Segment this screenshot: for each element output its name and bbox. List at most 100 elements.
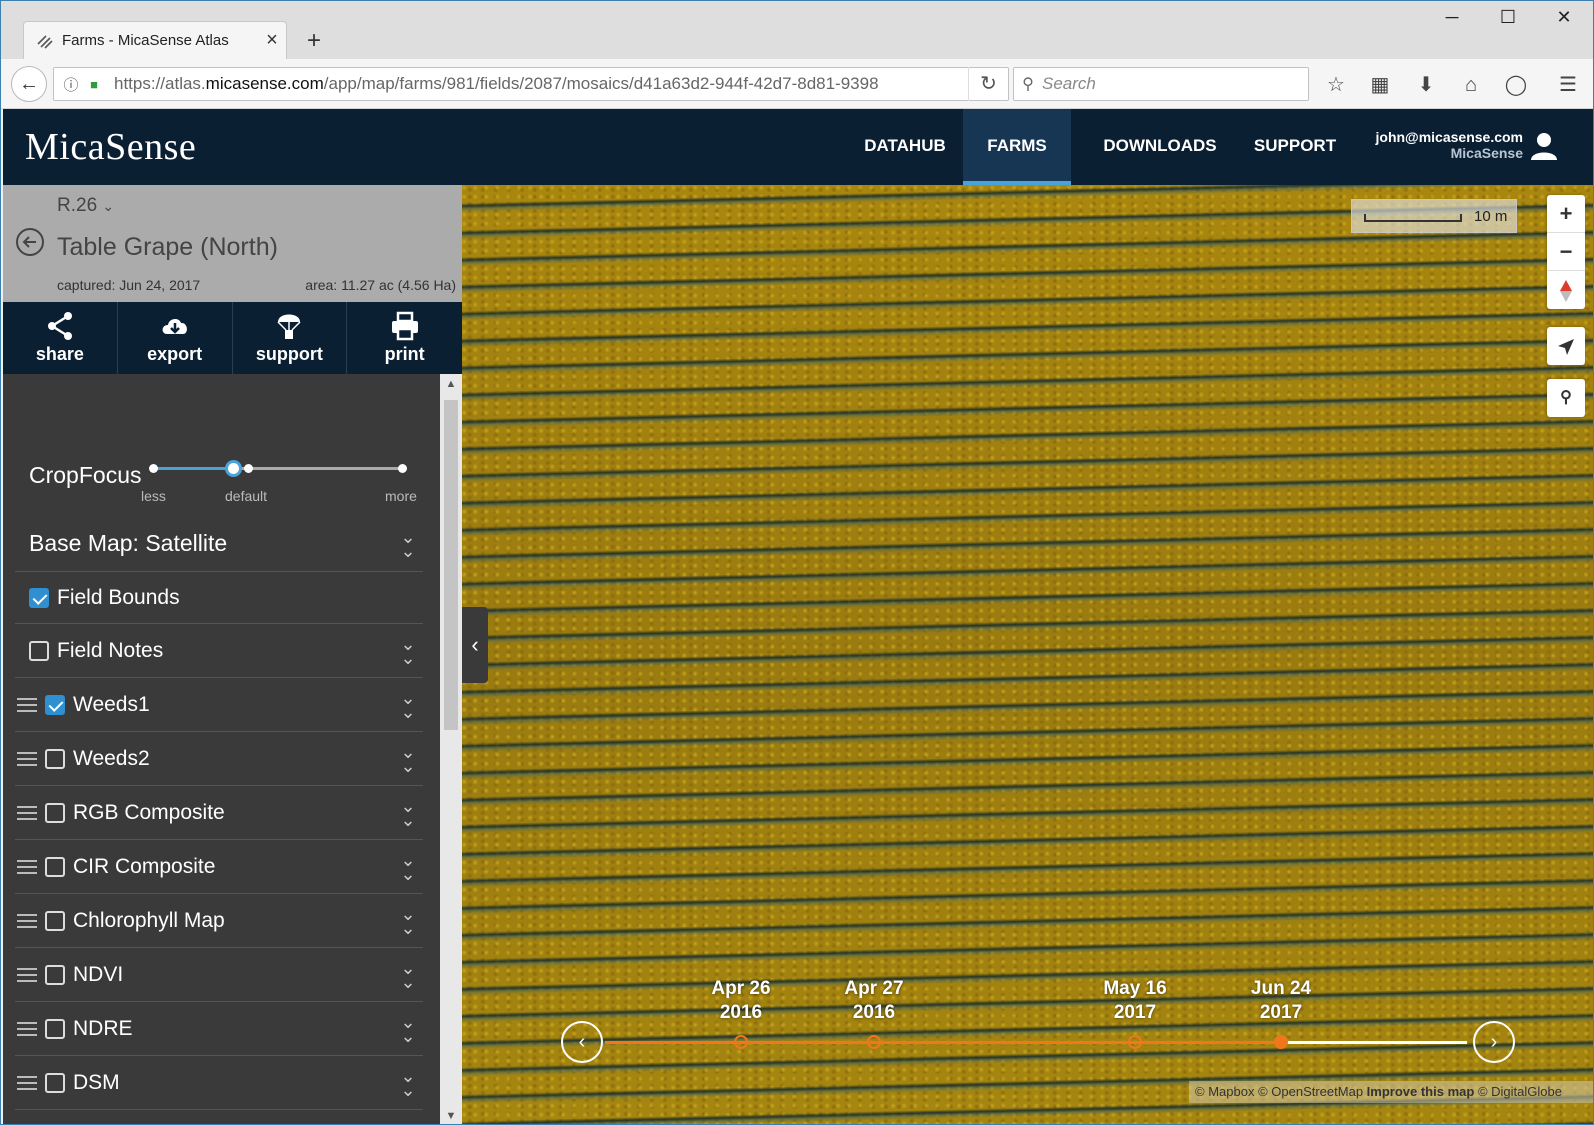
layer-row[interactable]: Weeds2 ⌄ ⌄ [15, 732, 423, 786]
layer-checkbox[interactable] [45, 856, 65, 877]
drag-handle-icon[interactable] [17, 910, 45, 932]
chevron-double-down-icon[interactable]: ⌄ ⌄ [393, 635, 423, 667]
collapse-panel-chevron-left-icon[interactable]: ‹ [462, 607, 488, 683]
cropfocus-label: CropFocus [29, 462, 142, 488]
layer-row[interactable]: Chlorophyll Map ⌄ ⌄ [15, 894, 423, 948]
cropfocus-handle[interactable] [225, 460, 242, 477]
lock-icon[interactable]: ■ [84, 77, 104, 92]
download-icon[interactable]: ⬇ [1411, 71, 1441, 99]
compass-icon[interactable] [1547, 271, 1585, 309]
layer-checkbox[interactable] [45, 964, 65, 985]
zoom-in-button[interactable]: + [1547, 195, 1585, 233]
layer-checkbox[interactable] [45, 748, 65, 769]
layer-checkbox[interactable] [45, 1072, 65, 1093]
chevron-double-down-icon[interactable]: ⌄ ⌄ [393, 528, 423, 560]
layer-checkbox[interactable] [45, 802, 65, 823]
chevron-double-down-icon[interactable]: ⌄ ⌄ [393, 851, 423, 883]
nav-support[interactable]: SUPPORT [1243, 109, 1347, 185]
support-button[interactable]: support [233, 302, 348, 374]
layer-checkbox[interactable] [29, 587, 49, 608]
layer-checkbox[interactable] [29, 640, 49, 661]
reload-icon[interactable]: ↻ [968, 67, 1008, 101]
drag-handle-icon[interactable] [17, 964, 45, 986]
drag-handle-icon[interactable] [17, 694, 45, 716]
url-text[interactable]: https://atlas.micasense.com/app/map/farm… [114, 74, 968, 94]
close-window-button[interactable]: ✕ [1541, 7, 1587, 28]
layer-checkbox[interactable] [45, 694, 65, 715]
export-button[interactable]: export [118, 302, 233, 374]
print-button[interactable]: print [347, 302, 462, 374]
menu-icon[interactable]: ☰ [1553, 71, 1583, 99]
user-info[interactable]: john@micasense.com MicaSense [1363, 129, 1523, 161]
nav-downloads[interactable]: DOWNLOADS [1085, 109, 1235, 185]
search-input[interactable]: ⚲ Search [1013, 67, 1309, 101]
back-circle-icon[interactable] [15, 227, 45, 257]
new-tab-button[interactable]: + [301, 27, 327, 55]
improve-map-link[interactable]: Improve this map [1367, 1084, 1475, 1099]
nav-datahub[interactable]: DATAHUB [851, 109, 959, 185]
nav-farms[interactable]: FARMS [963, 109, 1071, 185]
chevron-double-down-icon[interactable]: ⌄ ⌄ [393, 1013, 423, 1045]
scroll-up-arrow-icon[interactable]: ▲ [440, 374, 462, 394]
chevron-double-down-icon[interactable]: ⌄ ⌄ [393, 743, 423, 775]
layer-row[interactable]: Field Bounds [15, 572, 423, 624]
chevron-double-down-icon[interactable]: ⌄ ⌄ [393, 905, 423, 937]
drag-handle-icon[interactable] [17, 748, 45, 770]
timeline-date[interactable]: Apr 26 2016 [696, 977, 786, 1025]
info-icon[interactable]: ⓘ [58, 74, 84, 95]
map-canvas[interactable] [462, 185, 1593, 1124]
layer-scrollbar[interactable]: ▲ ▼ [440, 374, 462, 1124]
timeline-point[interactable] [1128, 1035, 1142, 1049]
micasense-logo[interactable]: MicaSense [25, 125, 196, 169]
share-button[interactable]: share [3, 302, 118, 374]
layer-checkbox[interactable] [45, 1018, 65, 1039]
chevron-double-down-icon[interactable]: ⌄ ⌄ [393, 797, 423, 829]
close-tab-icon[interactable]: × [258, 29, 286, 52]
scrollbar-thumb[interactable] [444, 400, 458, 730]
drag-handle-icon[interactable] [17, 856, 45, 878]
minimize-button[interactable]: ─ [1429, 7, 1475, 28]
layer-row[interactable]: Field Notes ⌄ ⌄ [15, 624, 423, 678]
timeline-next-chevron-right-icon[interactable]: › [1473, 1021, 1515, 1063]
reading-list-icon[interactable]: ▦ [1365, 71, 1395, 99]
cropfocus-track[interactable] [149, 460, 407, 477]
base-map-selector[interactable]: Base Map: Satellite ⌄ ⌄ [15, 516, 423, 572]
attribution-digitalglobe[interactable]: © DigitalGlobe [1478, 1084, 1562, 1099]
map-search-icon[interactable]: ⚲ [1547, 379, 1585, 417]
timeline-point[interactable] [734, 1035, 748, 1049]
layer-row[interactable]: NDRE ⌄ ⌄ [15, 1002, 423, 1056]
maximize-button[interactable]: ☐ [1485, 7, 1531, 28]
layer-row[interactable]: RGB Composite ⌄ ⌄ [15, 786, 423, 840]
layer-row[interactable]: NDVI ⌄ ⌄ [15, 948, 423, 1002]
back-arrow-icon[interactable]: ← [11, 66, 47, 102]
timeline-date-current[interactable]: Jun 24 2017 [1236, 977, 1326, 1025]
chevron-double-down-icon[interactable]: ⌄ ⌄ [393, 1067, 423, 1099]
scroll-down-arrow-icon[interactable]: ▼ [440, 1106, 462, 1124]
browser-tab[interactable]: Farms - MicaSense Atlas × [23, 21, 287, 59]
field-selector[interactable]: R.26 ⌄ [57, 195, 114, 217]
bookmark-star-icon[interactable]: ☆ [1321, 71, 1351, 99]
chevron-double-down-icon[interactable]: ⌄ ⌄ [393, 959, 423, 991]
home-icon[interactable]: ⌂ [1456, 71, 1486, 99]
layer-row[interactable]: CIR Composite ⌄ ⌄ [15, 840, 423, 894]
layer-row[interactable]: Weeds1 ⌄ ⌄ [15, 678, 423, 732]
drag-handle-icon[interactable] [17, 1018, 45, 1040]
chevron-double-down-icon[interactable]: ⌄ ⌄ [393, 689, 423, 721]
pocket-icon[interactable]: ◯ [1501, 71, 1531, 99]
attribution-osm[interactable]: © OpenStreetMap [1258, 1084, 1363, 1099]
layer-checkbox[interactable] [45, 910, 65, 931]
drag-handle-icon[interactable] [17, 1072, 45, 1094]
user-avatar-icon[interactable] [1527, 129, 1561, 163]
timeline-point[interactable] [867, 1035, 881, 1049]
address-bar[interactable]: ⓘ ■ https://atlas.micasense.com/app/map/… [53, 67, 1009, 101]
timeline-date[interactable]: May 16 2017 [1090, 977, 1180, 1025]
layer-row[interactable]: DSM ⌄ ⌄ [15, 1056, 423, 1110]
drag-handle-icon[interactable] [17, 802, 45, 824]
timeline-prev-chevron-left-icon[interactable]: ‹ [561, 1021, 603, 1063]
timeline-point-current[interactable] [1274, 1035, 1288, 1049]
zoom-out-button[interactable]: − [1547, 233, 1585, 271]
geolocate-arrow-icon[interactable] [1547, 327, 1585, 365]
timeline-date[interactable]: Apr 27 2016 [829, 977, 919, 1025]
attribution-mapbox[interactable]: © Mapbox [1195, 1084, 1254, 1099]
cropfocus-fill [153, 467, 233, 470]
